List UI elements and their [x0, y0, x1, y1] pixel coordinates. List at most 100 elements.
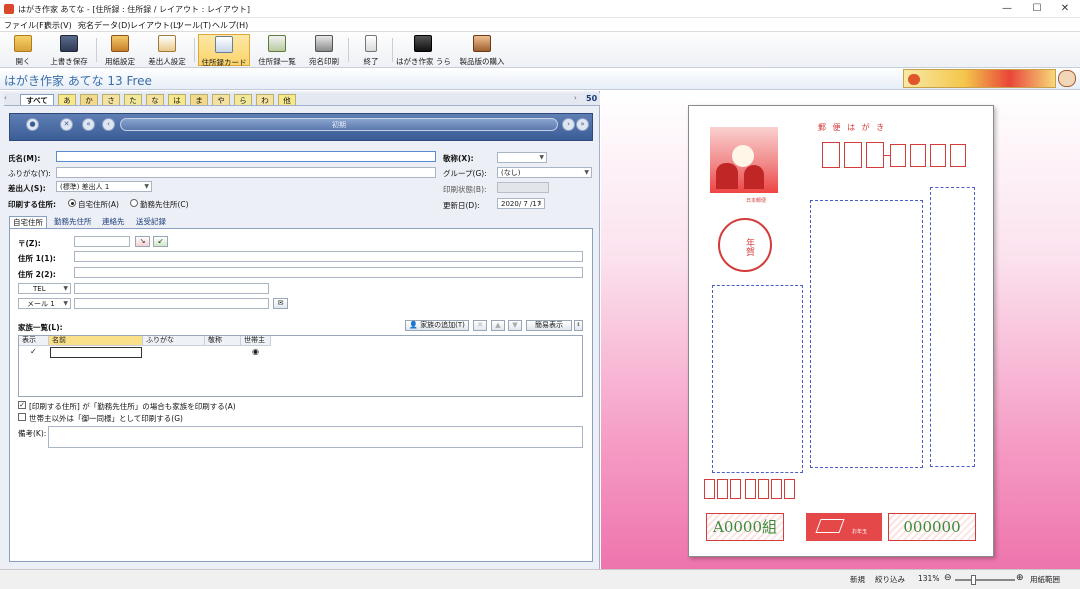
send-mail-button[interactable]: ✉	[273, 298, 288, 309]
row-householder-radio[interactable]: ◉	[252, 347, 259, 356]
updated-date-picker[interactable]: 2020/ 7 /17 ⇕	[497, 198, 545, 209]
buy-product-button[interactable]: 製品版の購入	[456, 34, 508, 66]
ad-banner[interactable]	[903, 69, 1056, 88]
tab-scroll-left-icon[interactable]: ‹	[4, 94, 7, 102]
index-tab-na[interactable]: な	[146, 94, 164, 105]
address1-input[interactable]	[74, 251, 583, 262]
tel-type-select[interactable]: TEL ▼	[18, 283, 71, 294]
paper-settings-button[interactable]: 用紙設定	[100, 34, 140, 66]
open-button[interactable]: 開く	[4, 34, 42, 66]
address-list-button[interactable]: 住所録一覧	[254, 34, 300, 66]
toolbar-separator	[348, 38, 349, 62]
menu-layout[interactable]: レイアウト(L)	[130, 20, 181, 31]
delete-family-button[interactable]: ✕	[473, 320, 487, 331]
menu-address-data[interactable]: 宛名データ(D)	[78, 20, 130, 31]
address-to-zip-button[interactable]: ↙	[153, 236, 168, 247]
furigana-input[interactable]	[56, 167, 436, 178]
row-show-checkbox[interactable]: ✓	[30, 347, 37, 356]
zoom-slider-thumb[interactable]	[971, 575, 976, 585]
record-slider[interactable]: 初期	[120, 118, 558, 131]
index-tab-ya[interactable]: や	[212, 94, 230, 105]
notes-textarea[interactable]	[48, 426, 583, 448]
mail-type-select[interactable]: メール 1 ▼	[18, 298, 71, 309]
tab-work-address[interactable]: 勤務先住所	[51, 216, 95, 228]
exit-button[interactable]: 終了	[354, 34, 388, 66]
delete-record-icon[interactable]: ✕	[60, 118, 73, 131]
move-up-button[interactable]: ▲	[491, 320, 505, 331]
zoom-in-icon[interactable]: ⊕	[1016, 573, 1024, 583]
column-header-show[interactable]: 表示	[19, 336, 49, 346]
spin-button[interactable]: ⇕	[574, 320, 583, 331]
zip-lookup-button[interactable]: ↘	[135, 236, 150, 247]
prev-record-icon[interactable]: ‹	[102, 118, 115, 131]
recipient-name-area[interactable]	[810, 200, 923, 468]
table-row[interactable]: ✓ ◉	[19, 346, 271, 358]
print-family-work-checkbox[interactable]: ✓	[18, 401, 26, 409]
tab-home-address[interactable]: 自宅住所	[9, 216, 47, 228]
zip-search-icon: ↘	[139, 237, 146, 245]
status-filter[interactable]: 絞り込み	[875, 574, 905, 585]
index-tab-sa[interactable]: さ	[102, 94, 120, 105]
sender-settings-button[interactable]: 差出人設定	[144, 34, 190, 66]
index-tab-other[interactable]: 他	[278, 94, 296, 105]
save-icon	[60, 35, 78, 52]
rock-icon	[716, 163, 738, 189]
honorific-select[interactable]: ▼	[497, 152, 547, 163]
tab-send-receive-log[interactable]: 送受記録	[133, 216, 169, 228]
close-button[interactable]: ✕	[1050, 1, 1080, 17]
index-tab-wa[interactable]: わ	[256, 94, 274, 105]
index-tab-ha[interactable]: は	[168, 94, 186, 105]
group-select[interactable]: (なし) ▼	[497, 167, 592, 178]
menu-file[interactable]: ファイル(F)	[4, 20, 47, 31]
menu-tools[interactable]: ツール(T)	[176, 20, 211, 31]
index-tab-a[interactable]: あ	[58, 94, 76, 105]
sender-select[interactable]: (標準) 差出人 1 ▼	[56, 181, 152, 192]
index-tab-ka[interactable]: か	[80, 94, 98, 105]
next-record-icon[interactable]: ›	[562, 118, 575, 131]
index-tab-ta[interactable]: た	[124, 94, 142, 105]
zoom-out-icon[interactable]: ⊖	[944, 573, 952, 583]
tel-input[interactable]	[74, 283, 269, 294]
sender-area[interactable]	[712, 285, 803, 473]
mail-input[interactable]	[74, 298, 269, 309]
move-down-button[interactable]: ▼	[508, 320, 522, 331]
avatar[interactable]	[1058, 70, 1076, 87]
maximize-button[interactable]: ☐	[1022, 1, 1052, 17]
record-count: 50	[586, 94, 598, 103]
minimize-button[interactable]: —	[992, 1, 1022, 17]
first-record-icon[interactable]: «	[82, 118, 95, 131]
print-address-button[interactable]: 宛名印刷	[304, 34, 344, 66]
chevron-down-icon: ▼	[539, 154, 544, 161]
name-input[interactable]	[56, 151, 436, 162]
ichido-checkbox[interactable]	[18, 413, 26, 421]
sun-icon	[732, 145, 754, 167]
index-tab-all[interactable]: すべて	[20, 94, 54, 105]
hagaki-ura-button[interactable]: はがき作家 うら	[396, 34, 451, 66]
last-record-icon[interactable]: »	[576, 118, 589, 131]
tab-scroll-right-icon[interactable]: ›	[574, 94, 577, 102]
recipient-address-area[interactable]	[930, 187, 975, 467]
simple-view-button[interactable]: 簡易表示	[526, 320, 572, 331]
zoom-slider[interactable]	[955, 579, 1015, 581]
column-header-honorific[interactable]: 敬称	[205, 336, 241, 346]
print-home-radio[interactable]	[68, 199, 76, 207]
index-tab-ma[interactable]: ま	[190, 94, 208, 105]
row-name-cell[interactable]	[50, 347, 142, 358]
address2-input[interactable]	[74, 267, 583, 278]
add-family-button[interactable]: 👤 家族の追加(T)	[405, 320, 469, 331]
paper-range-button[interactable]: 用紙範囲	[1030, 574, 1060, 585]
index-tab-ra[interactable]: ら	[234, 94, 252, 105]
save-button[interactable]: 上書き保存	[46, 34, 92, 66]
menu-help[interactable]: ヘルプ(H)	[212, 20, 248, 31]
notes-label: 備考(K):	[18, 429, 47, 438]
tab-contact[interactable]: 連絡先	[99, 216, 128, 228]
address-card-button[interactable]: 住所録カード	[198, 34, 250, 67]
column-header-householder[interactable]: 世帯主	[241, 336, 271, 346]
print-work-radio[interactable]	[130, 199, 138, 207]
print-address-label: 印刷する住所:	[8, 200, 56, 209]
menu-view[interactable]: 表示(V)	[44, 20, 72, 31]
column-header-name[interactable]: 名前	[49, 336, 143, 346]
zip-input[interactable]	[74, 236, 130, 247]
new-record-icon[interactable]: ●	[26, 118, 39, 131]
column-header-furigana[interactable]: ふりがな	[143, 336, 205, 346]
